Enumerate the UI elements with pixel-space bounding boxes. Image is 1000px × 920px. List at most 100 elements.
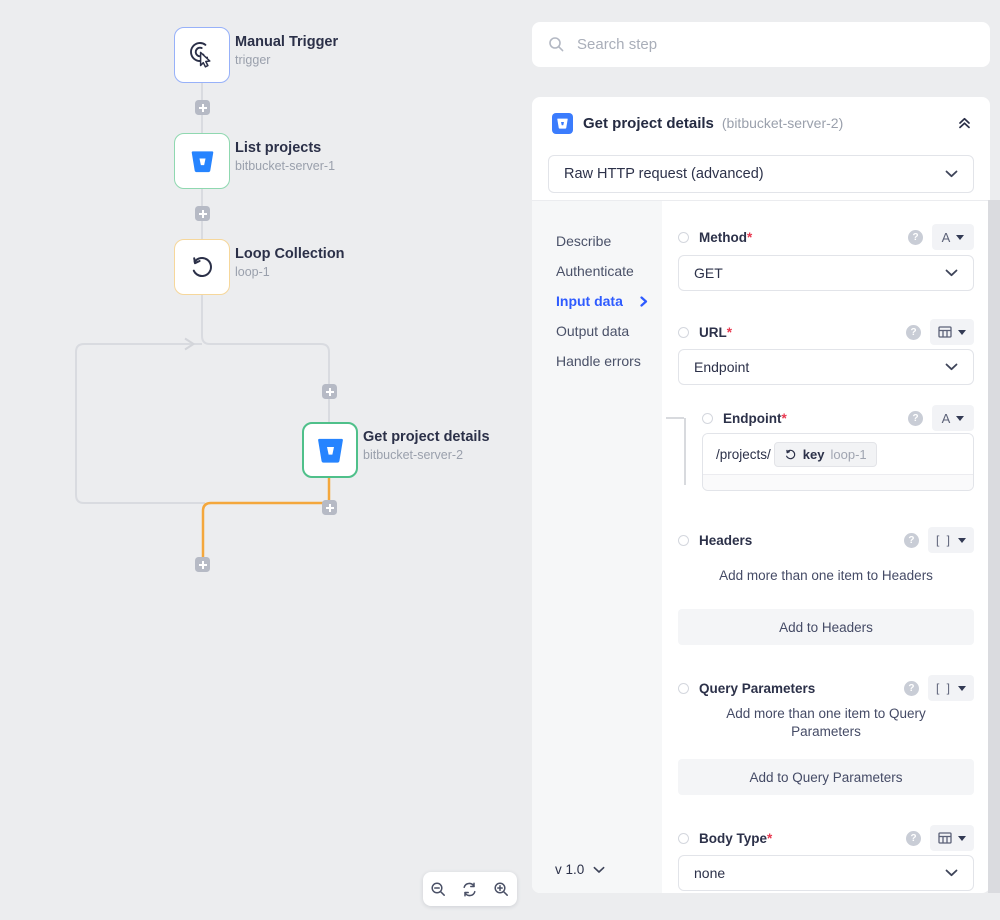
headers-helper-text: Add more than one item to Headers xyxy=(678,567,974,585)
node-title: Loop Collection xyxy=(235,246,345,262)
help-icon[interactable]: ? xyxy=(908,230,923,245)
required-mark: * xyxy=(747,230,752,245)
help-icon[interactable]: ? xyxy=(906,325,921,340)
nav-item-authenticate[interactable]: Authenticate xyxy=(532,256,662,286)
add-to-query-parameters-button[interactable]: Add to Query Parameters xyxy=(678,759,974,795)
field-query-parameters: Query Parameters ? [ ] xyxy=(678,675,974,701)
add-step-button[interactable] xyxy=(322,500,337,515)
caret-down-icon xyxy=(958,330,966,335)
type-letter: A xyxy=(942,230,951,245)
endpoint-input-box: /projects/ key loop-1 xyxy=(702,433,974,491)
node-subtitle: loop-1 xyxy=(235,265,345,279)
help-icon[interactable]: ? xyxy=(906,831,921,846)
field-headers: Headers ? [ ] xyxy=(678,527,974,553)
zoom-out-icon[interactable] xyxy=(430,881,447,898)
chip-source-step: loop-1 xyxy=(830,447,866,462)
method-select[interactable]: GET xyxy=(678,255,974,291)
nav-item-input-data[interactable]: Input data xyxy=(532,286,662,316)
add-step-button[interactable] xyxy=(195,206,210,221)
bitbucket-icon xyxy=(315,435,346,466)
field-label: Query Parameters xyxy=(699,681,815,696)
grid-type-icon xyxy=(938,832,952,844)
caret-down-icon xyxy=(958,836,966,841)
field-label: Method xyxy=(699,230,747,245)
field-toggle-circle[interactable] xyxy=(678,683,689,694)
field-type-selector[interactable]: [ ] xyxy=(928,675,974,701)
chevron-down-icon xyxy=(593,866,605,874)
node-list-projects[interactable] xyxy=(174,133,230,189)
help-icon[interactable]: ? xyxy=(904,533,919,548)
required-mark: * xyxy=(781,411,786,426)
field-toggle-circle[interactable] xyxy=(702,413,713,424)
loop-icon xyxy=(188,253,216,281)
node-loop-collection[interactable] xyxy=(174,239,230,295)
step-connection: (bitbucket-server-2) xyxy=(722,115,843,131)
node-label-get-project-details: Get project details bitbucket-server-2 xyxy=(363,429,490,462)
add-step-button[interactable] xyxy=(195,557,210,572)
panel-scrollbar[interactable] xyxy=(988,200,1000,893)
version-selector[interactable]: v 1.0 xyxy=(555,862,605,877)
caret-down-icon xyxy=(956,235,964,240)
help-icon[interactable]: ? xyxy=(904,681,919,696)
node-subtitle: trigger xyxy=(235,53,338,67)
reset-zoom-icon[interactable] xyxy=(461,881,478,898)
caret-down-icon xyxy=(958,686,966,691)
workflow-builder: { "colors": { "accent_blue": "#2e5bff", … xyxy=(0,0,1000,920)
nav-item-describe[interactable]: Describe xyxy=(532,226,662,256)
tree-indent-line xyxy=(684,418,686,485)
search-step-input[interactable] xyxy=(577,36,974,53)
add-step-button[interactable] xyxy=(195,100,210,115)
operation-select[interactable]: Raw HTTP request (advanced) xyxy=(548,155,974,193)
nav-item-handle-errors[interactable]: Handle errors xyxy=(532,346,662,376)
help-icon[interactable]: ? xyxy=(908,411,923,426)
url-value: Endpoint xyxy=(694,359,749,375)
field-label: Headers xyxy=(699,533,752,548)
field-body-type: Body Type* ? xyxy=(678,825,974,851)
node-title: Manual Trigger xyxy=(235,34,338,50)
collapse-panel-icon[interactable] xyxy=(957,115,972,135)
field-url: URL* ? xyxy=(678,319,974,345)
add-step-button[interactable] xyxy=(322,384,337,399)
body-type-value: none xyxy=(694,865,725,881)
url-select[interactable]: Endpoint xyxy=(678,349,974,385)
type-bracket: [ ] xyxy=(936,533,952,547)
tree-indent-tick xyxy=(666,417,684,419)
config-nav: Describe Authenticate Input data Output … xyxy=(532,201,662,893)
add-to-headers-button[interactable]: Add to Headers xyxy=(678,609,974,645)
field-type-selector[interactable] xyxy=(930,319,974,345)
endpoint-input-footer xyxy=(703,474,973,490)
type-bracket: [ ] xyxy=(936,681,952,695)
field-type-selector[interactable] xyxy=(930,825,974,851)
jsonpath-chip[interactable]: key loop-1 xyxy=(774,442,877,467)
chevron-down-icon xyxy=(945,869,958,877)
field-method: Method* ? A xyxy=(678,224,974,250)
field-toggle-circle[interactable] xyxy=(678,327,689,338)
zoom-in-icon[interactable] xyxy=(493,881,510,898)
node-title: Get project details xyxy=(363,429,490,445)
chevron-down-icon xyxy=(945,269,958,277)
canvas-zoom-controls xyxy=(423,872,517,906)
step-config-panel: Get project details (bitbucket-server-2)… xyxy=(532,97,990,893)
field-toggle-circle[interactable] xyxy=(678,535,689,546)
required-mark: * xyxy=(727,325,732,340)
body-type-select[interactable]: none xyxy=(678,855,974,891)
endpoint-input[interactable]: /projects/ key loop-1 xyxy=(703,434,973,474)
endpoint-prefix: /projects/ xyxy=(716,447,771,462)
node-get-project-details[interactable] xyxy=(302,422,358,478)
operation-value: Raw HTTP request (advanced) xyxy=(564,166,764,182)
field-type-selector[interactable]: A xyxy=(932,405,974,431)
field-toggle-circle[interactable] xyxy=(678,232,689,243)
field-toggle-circle[interactable] xyxy=(678,833,689,844)
node-manual-trigger[interactable] xyxy=(174,27,230,83)
nav-label: Describe xyxy=(556,233,611,249)
field-type-selector[interactable]: A xyxy=(932,224,974,250)
caret-down-icon xyxy=(956,416,964,421)
field-type-selector[interactable]: [ ] xyxy=(928,527,974,553)
query-helper-text: Add more than one item to Query Paramete… xyxy=(678,705,974,741)
field-label: URL xyxy=(699,325,727,340)
required-mark: * xyxy=(767,831,772,846)
chevron-right-icon xyxy=(640,296,648,307)
grid-type-icon xyxy=(938,326,952,338)
nav-item-output-data[interactable]: Output data xyxy=(532,316,662,346)
chevron-down-icon xyxy=(945,170,958,178)
